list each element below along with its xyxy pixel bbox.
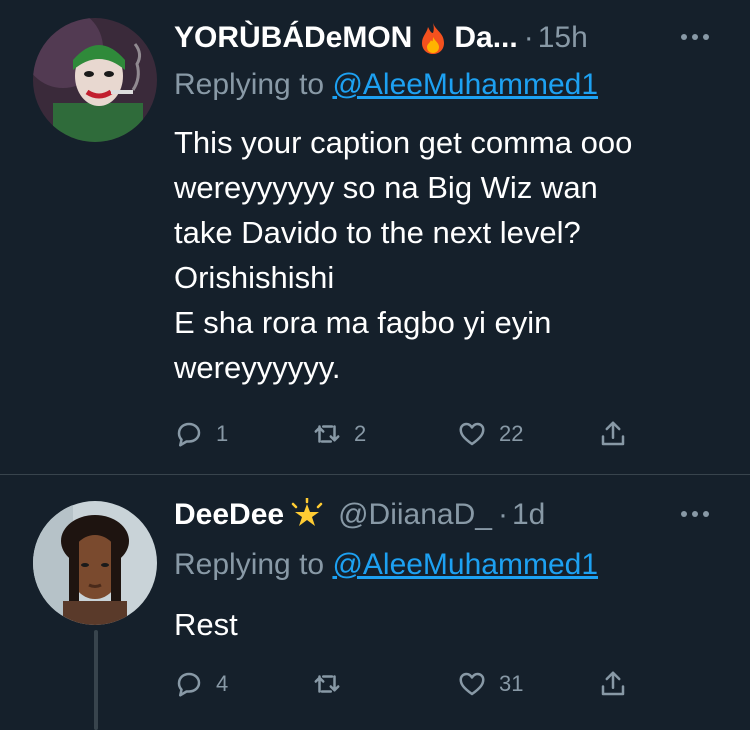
- reply-icon: [177, 422, 201, 447]
- separator-dot: ·: [497, 498, 508, 531]
- fire-icon: [418, 21, 448, 55]
- like-count: 22: [499, 421, 524, 446]
- tweet-header: DeeDee @DiianaD_ · 1d: [174, 495, 545, 535]
- heart-icon: [459, 422, 485, 446]
- timestamp[interactable]: 15h: [538, 21, 588, 55]
- display-name[interactable]: YORÙBÁDeMON: [174, 21, 412, 55]
- tweet-header: YORÙBÁDeMON Da... · 15h: [174, 18, 588, 58]
- sparkle-star-icon: [290, 496, 324, 532]
- retweet-button[interactable]: [312, 664, 354, 704]
- share-icon: [601, 671, 625, 696]
- more-options-icon[interactable]: [678, 20, 712, 54]
- text-line: Orishishishi: [174, 260, 335, 295]
- tweet-actions: 1 2 22: [174, 414, 654, 454]
- share-button[interactable]: [598, 664, 628, 704]
- tweet-text: This your caption get comma ooo wereyyyy…: [174, 120, 734, 390]
- text-line: E sha rora ma fagbo yi eyin: [174, 305, 552, 340]
- like-count: 31: [499, 671, 524, 696]
- reply-button[interactable]: 1: [174, 414, 228, 454]
- mention-link[interactable]: @AleeMuhammed1: [332, 68, 598, 101]
- replying-prefix: Replying to: [174, 68, 325, 101]
- text-line: This your caption get comma ooo: [174, 125, 633, 160]
- share-button[interactable]: [598, 414, 628, 454]
- more-options-icon[interactable]: [678, 497, 712, 531]
- tweet-actions: 4 31: [174, 664, 654, 704]
- avatar[interactable]: [33, 18, 157, 142]
- text-line: wereyyyyyy.: [174, 350, 341, 385]
- separator-dot: ·: [523, 21, 534, 54]
- replying-prefix: Replying to: [174, 548, 325, 581]
- replying-to: Replying to @AleeMuhammed1: [174, 548, 598, 582]
- retweet-icon: [314, 425, 340, 443]
- text-line: wereyyyyyy so na Big Wiz wan: [174, 170, 598, 205]
- reply-icon: [177, 672, 201, 697]
- reply-count: 1: [216, 421, 229, 446]
- retweet-count: 2: [354, 421, 367, 446]
- display-name[interactable]: DeeDee: [174, 498, 284, 532]
- tweet[interactable]: YORÙBÁDeMON Da... · 15h Replying to @Ale…: [0, 0, 750, 475]
- text-line: Rest: [174, 607, 238, 642]
- avatar[interactable]: [33, 501, 157, 625]
- share-icon: [601, 421, 625, 446]
- mention-link[interactable]: @AleeMuhammed1: [332, 548, 598, 581]
- username-handle[interactable]: @DiianaD_: [338, 498, 492, 532]
- tweet-text: Rest: [174, 602, 734, 647]
- tweet[interactable]: DeeDee @DiianaD_ · 1d Replying to @AleeM…: [0, 475, 750, 730]
- retweet-button[interactable]: 2: [312, 414, 366, 454]
- thread-line: [94, 630, 98, 730]
- text-line: take Davido to the next level?: [174, 215, 581, 250]
- replying-to: Replying to @AleeMuhammed1: [174, 68, 598, 102]
- like-button[interactable]: 31: [457, 664, 523, 704]
- display-name-truncated[interactable]: Da...: [454, 21, 517, 55]
- reply-button[interactable]: 4: [174, 664, 228, 704]
- retweet-icon: [314, 675, 340, 693]
- like-button[interactable]: 22: [457, 414, 523, 454]
- timestamp[interactable]: 1d: [512, 498, 545, 532]
- heart-icon: [459, 672, 485, 696]
- reply-count: 4: [216, 671, 229, 696]
